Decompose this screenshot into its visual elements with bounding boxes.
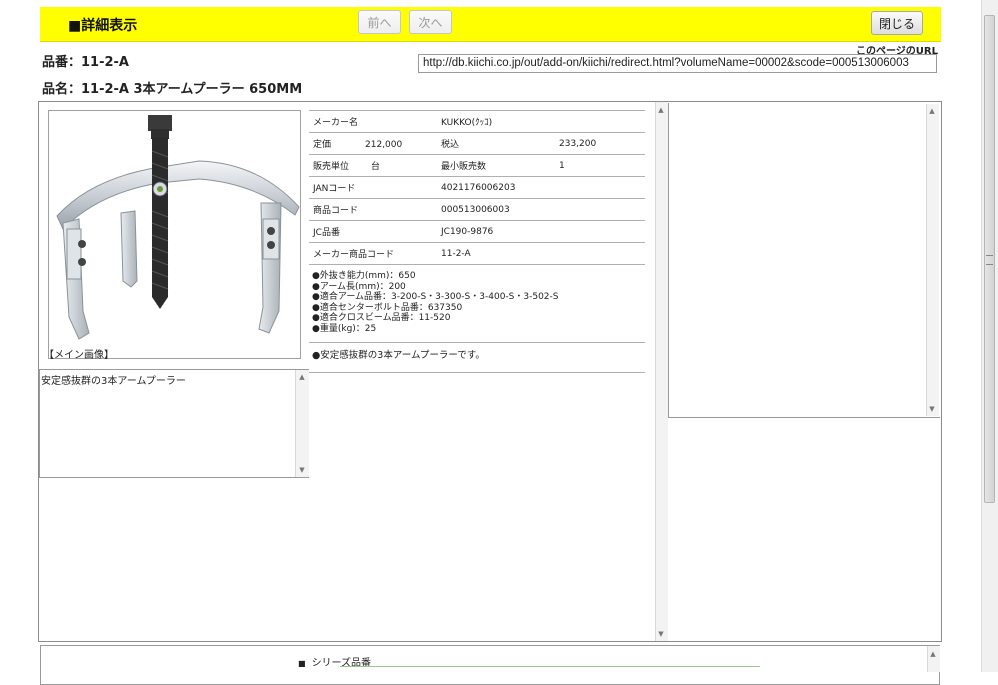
divider xyxy=(309,342,645,343)
maker-code-label: メーカー商品コード xyxy=(309,242,437,265)
list-item: ●アーム長(mm)：200 xyxy=(312,281,406,292)
page-url-field[interactable]: http://db.kiichi.co.jp/out/add-on/kiichi… xyxy=(418,54,937,73)
divider xyxy=(309,372,645,373)
description-textarea[interactable]: 安定感抜群の3本アームプーラー xyxy=(39,369,309,478)
main-image xyxy=(48,110,301,359)
scroll-up-icon[interactable]: ▲ xyxy=(926,107,938,115)
scroll-down-icon[interactable]: ▼ xyxy=(655,630,667,638)
content-scrollbar[interactable] xyxy=(655,102,668,641)
close-button[interactable]: 閉じる xyxy=(871,11,923,35)
tax-incl-value: 233,200 xyxy=(555,132,645,155)
list-price-label-text: 定価 xyxy=(313,140,332,150)
tax-incl-label: 税込 xyxy=(437,132,555,155)
product-name: 品名：11-2-A 3本アームプーラー 650MM xyxy=(42,82,303,97)
features-list: ●外抜き能力(mm)：650 ●アーム長(mm)：200 ●適合アーム品番：3-… xyxy=(312,271,559,334)
unit-label: 販売単位 台 xyxy=(309,154,437,177)
maker-label: メーカー名 xyxy=(309,110,437,133)
grip-icon xyxy=(986,255,993,265)
table-row: JC品番 JC190-9876 xyxy=(309,220,645,243)
product-number: 品番：11-2-A xyxy=(42,55,129,70)
maker-code-value: 11-2-A xyxy=(437,242,645,265)
spec-table: メーカー名 KUKKO(ｸｯｺ) 定価 212,000 税込 233,200 販売… xyxy=(309,110,645,265)
scroll-up-icon[interactable]: ▲ xyxy=(296,373,308,381)
side-panel xyxy=(668,103,940,418)
code-label: 商品コード xyxy=(309,198,437,221)
image-caption: 【メイン画像】 xyxy=(44,350,114,361)
scroll-down-icon[interactable]: ▼ xyxy=(296,466,308,474)
list-item: ●重量(kg)：25 xyxy=(312,323,377,334)
scroll-down-icon[interactable]: ▼ xyxy=(926,405,938,413)
description-scrollbar[interactable] xyxy=(295,370,309,477)
list-price-label: 定価 212,000 xyxy=(309,132,437,155)
next-button[interactable]: 次へ xyxy=(409,10,452,34)
description-text: 安定感抜群の3本アームプーラー xyxy=(41,376,186,387)
code-value: 000513006003 xyxy=(437,198,645,221)
table-row: メーカー名 KUKKO(ｸｯｺ) xyxy=(309,110,645,133)
scroll-up-icon[interactable]: ▲ xyxy=(655,106,667,114)
scroll-up-icon[interactable]: ▲ xyxy=(927,650,939,658)
series-label: シリーズ品番 xyxy=(311,658,372,669)
table-row: 販売単位 台 最小販売数 1 xyxy=(309,154,645,177)
side-panel-scrollbar[interactable] xyxy=(926,104,939,416)
page-title: ■詳細表示 xyxy=(68,18,138,34)
prev-button[interactable]: 前へ xyxy=(358,10,401,34)
jan-label: JANコード xyxy=(309,176,437,199)
list-item: ●適合アーム品番：3-200-S・3-300-S・3-400-S・3-502-S xyxy=(312,292,559,302)
table-row: JANコード 4021176006203 xyxy=(309,176,645,199)
product-comment: ●安定感抜群の3本アームプーラーです。 xyxy=(312,350,485,361)
min-qty-value: 1 xyxy=(555,154,645,177)
jan-value: 4021176006203 xyxy=(437,176,645,199)
min-qty-label: 最小販売数 xyxy=(437,154,555,177)
unit-value: 台 xyxy=(371,162,381,172)
header-bar: ■詳細表示 前へ 次へ 閉じる xyxy=(40,7,941,42)
table-row: メーカー商品コード 11-2-A xyxy=(309,242,645,265)
unit-label-text: 販売単位 xyxy=(313,162,350,172)
jc-label: JC品番 xyxy=(309,220,437,243)
series-table-top xyxy=(340,666,760,667)
list-item: ●適合クロスビーム品番：11-520 xyxy=(312,313,451,323)
table-row: 定価 212,000 税込 233,200 xyxy=(309,132,645,155)
puller-image xyxy=(56,115,300,340)
table-row: 商品コード 000513006003 xyxy=(309,198,645,221)
list-item: ●適合センターボルト品番：637350 xyxy=(312,302,463,313)
maker-value: KUKKO(ｸｯｺ) xyxy=(437,110,645,133)
list-item: ●外抜き能力(mm)：650 xyxy=(312,271,416,281)
list-price-value: 212,000 xyxy=(365,140,403,150)
series-frame xyxy=(40,645,940,685)
bullet-icon: ■ xyxy=(298,659,306,668)
jc-value: JC190-9876 xyxy=(437,220,645,243)
